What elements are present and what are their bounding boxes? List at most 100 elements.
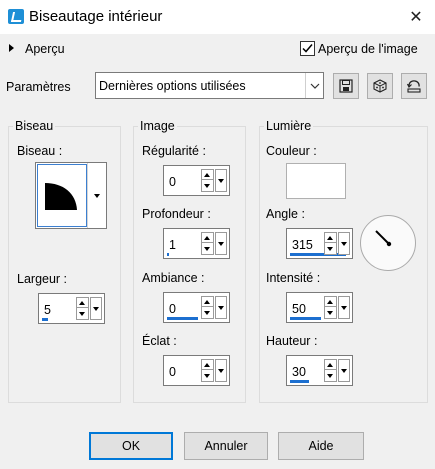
arrow-up-icon (204, 236, 210, 240)
width-slider-bar[interactable] (42, 318, 48, 321)
decrement-button[interactable] (202, 244, 213, 254)
presets-label: Paramètres (6, 80, 71, 94)
arrow-up-icon (79, 301, 85, 305)
decrement-button[interactable] (202, 308, 213, 318)
cancel-button[interactable]: Annuler (184, 432, 268, 460)
elevation-stepper[interactable] (324, 359, 337, 382)
app-icon (8, 9, 24, 24)
increment-button[interactable] (325, 297, 336, 307)
shininess-slider-button[interactable] (215, 359, 227, 382)
width-slider-button[interactable] (90, 297, 102, 320)
ok-button[interactable]: OK (89, 432, 173, 460)
elevation-slider-button[interactable] (338, 359, 350, 382)
decrement-button[interactable] (202, 371, 213, 381)
angle-label: Angle : (266, 207, 305, 221)
bevel-shape-picker[interactable] (35, 162, 107, 229)
depth-spinner[interactable]: 1 (163, 228, 230, 259)
increment-button[interactable] (202, 233, 213, 243)
chevron-down-icon (218, 369, 224, 373)
checkmark-icon (302, 44, 313, 53)
elevation-spinner[interactable]: 30 (286, 355, 353, 386)
close-icon: ✕ (409, 9, 423, 26)
preset-select-value: Dernières options utilisées (99, 79, 246, 93)
depth-slider-bar[interactable] (167, 253, 169, 256)
expand-arrow-icon[interactable] (9, 44, 14, 52)
decrement-button[interactable] (202, 181, 213, 191)
increment-button[interactable] (202, 170, 213, 180)
arrow-down-icon (79, 312, 85, 316)
dial-needle-icon (375, 230, 392, 247)
preview-toggle[interactable]: Aperçu (25, 42, 65, 56)
elevation-slider-bar[interactable] (290, 380, 309, 383)
intensity-slider-button[interactable] (338, 296, 350, 319)
arrow-up-icon (204, 300, 210, 304)
angle-stepper[interactable] (324, 232, 337, 255)
save-icon (339, 79, 353, 93)
preview-checkbox-label[interactable]: Aperçu de l'image (318, 42, 418, 56)
random-button[interactable] (367, 73, 393, 99)
bevel-shape-label: Biseau : (17, 144, 63, 158)
color-swatch[interactable] (286, 163, 346, 199)
image-group-title: Image (138, 119, 177, 133)
intensity-label: Intensité : (266, 271, 321, 285)
width-stepper[interactable] (76, 297, 89, 320)
save-preset-button[interactable] (333, 73, 359, 99)
angle-value: 315 (292, 238, 313, 252)
arrow-up-icon (327, 236, 333, 240)
angle-dial[interactable] (360, 215, 416, 271)
arrow-up-icon (327, 300, 333, 304)
arrow-down-icon (327, 311, 333, 315)
chevron-down-icon (94, 193, 100, 198)
depth-value: 1 (169, 238, 176, 252)
increment-button[interactable] (77, 298, 88, 308)
elevation-value: 30 (292, 365, 306, 379)
intensity-stepper[interactable] (324, 296, 337, 319)
ambience-spinner[interactable]: 0 (163, 292, 230, 323)
depth-slider-button[interactable] (215, 232, 227, 255)
dice-icon (373, 79, 387, 93)
shininess-stepper[interactable] (201, 359, 214, 382)
angle-spinner[interactable]: 315 (286, 228, 353, 259)
width-value: 5 (44, 303, 51, 317)
shininess-value: 0 (169, 365, 176, 379)
intensity-slider-bar[interactable] (290, 317, 321, 320)
bevel-dropdown-button[interactable] (87, 163, 106, 228)
smoothness-slider-button[interactable] (215, 169, 227, 192)
ambience-stepper[interactable] (201, 296, 214, 319)
ambience-label: Ambiance : (142, 271, 205, 285)
smoothness-spinner[interactable]: 0 (163, 165, 230, 196)
preset-select[interactable]: Dernières options utilisées (95, 72, 324, 99)
chevron-down-icon (341, 369, 347, 373)
intensity-value: 50 (292, 302, 306, 316)
increment-button[interactable] (325, 233, 336, 243)
decrement-button[interactable] (325, 308, 336, 318)
help-button[interactable]: Aide (278, 432, 364, 460)
width-label: Largeur : (17, 272, 68, 286)
increment-button[interactable] (202, 360, 213, 370)
close-button[interactable]: ✕ (404, 6, 428, 28)
ambience-slider-bar[interactable] (167, 317, 198, 320)
shininess-spinner[interactable]: 0 (163, 355, 230, 386)
reset-button[interactable] (401, 73, 427, 99)
ambience-slider-button[interactable] (215, 296, 227, 319)
increment-button[interactable] (202, 297, 213, 307)
decrement-button[interactable] (325, 371, 336, 381)
smoothness-stepper[interactable] (201, 169, 214, 192)
chevron-down-icon (305, 73, 323, 98)
width-spinner[interactable]: 5 (38, 293, 105, 324)
decrement-button[interactable] (325, 244, 336, 254)
bevel-shape-preview (37, 164, 87, 227)
increment-button[interactable] (325, 360, 336, 370)
window-title: Biseautage intérieur (29, 8, 163, 25)
arrow-down-icon (204, 311, 210, 315)
angle-slider-button[interactable] (338, 232, 350, 255)
arrow-down-icon (327, 374, 333, 378)
reset-icon (406, 80, 421, 93)
arrow-up-icon (204, 173, 210, 177)
intensity-spinner[interactable]: 50 (286, 292, 353, 323)
shininess-label: Éclat : (142, 334, 177, 348)
color-label: Couleur : (266, 144, 317, 158)
preview-checkbox[interactable] (300, 41, 315, 56)
depth-stepper[interactable] (201, 232, 214, 255)
decrement-button[interactable] (77, 309, 88, 319)
